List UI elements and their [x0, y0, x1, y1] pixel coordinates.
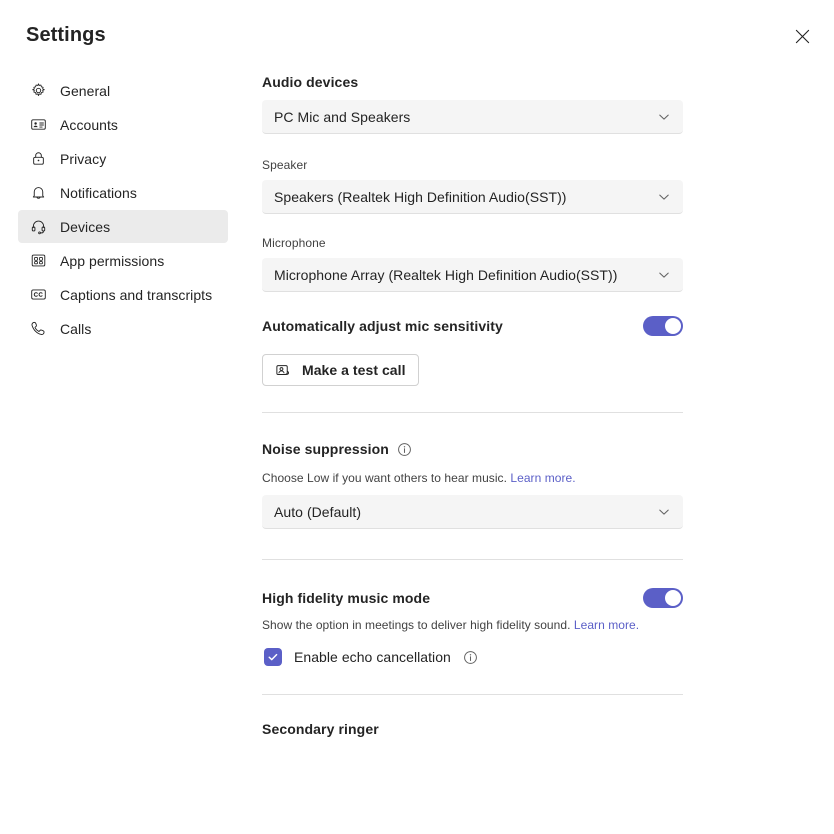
noise-suppression-heading: Noise suppression — [262, 441, 389, 457]
sidebar-item-notifications[interactable]: Notifications — [18, 176, 228, 209]
chevron-down-icon — [657, 190, 671, 204]
make-test-call-button[interactable]: Make a test call — [262, 354, 419, 386]
settings-window: Settings General — [0, 0, 834, 834]
noise-suppression-value: Auto (Default) — [274, 504, 361, 520]
sidebar-item-privacy[interactable]: Privacy — [18, 142, 228, 175]
sidebar-item-label: Notifications — [60, 186, 137, 200]
auto-mic-sensitivity-label: Automatically adjust mic sensitivity — [262, 318, 503, 334]
echo-cancellation-checkbox[interactable] — [264, 648, 282, 666]
chevron-down-icon — [657, 268, 671, 282]
sidebar-item-label: Privacy — [60, 152, 106, 166]
speaker-value: Speakers (Realtek High Definition Audio(… — [274, 189, 567, 205]
bell-icon — [28, 183, 48, 203]
sidebar-item-app-permissions[interactable]: App permissions — [18, 244, 228, 277]
devices-settings-panel: Audio devices PC Mic and Speakers Speake… — [262, 74, 683, 737]
audio-devices-value: PC Mic and Speakers — [274, 109, 410, 125]
sidebar-item-general[interactable]: General — [18, 74, 228, 107]
sidebar-item-label: App permissions — [60, 254, 164, 268]
speaker-select[interactable]: Speakers (Realtek High Definition Audio(… — [262, 180, 683, 214]
sidebar-item-label: Captions and transcripts — [60, 288, 212, 302]
lock-icon — [28, 149, 48, 169]
info-icon[interactable] — [463, 649, 479, 665]
high-fidelity-row: High fidelity music mode — [262, 588, 683, 608]
audio-devices-heading: Audio devices — [262, 74, 683, 90]
toggle-knob — [665, 590, 681, 606]
divider — [262, 412, 683, 413]
microphone-select[interactable]: Microphone Array (Realtek High Definitio… — [262, 258, 683, 292]
sidebar-item-devices[interactable]: Devices — [18, 210, 228, 243]
sidebar-item-captions-and-transcripts[interactable]: Captions and transcripts — [18, 278, 228, 311]
sidebar-item-accounts[interactable]: Accounts — [18, 108, 228, 141]
info-icon[interactable] — [397, 441, 413, 457]
divider — [262, 694, 683, 695]
settings-sidebar: General Accounts Privacy — [18, 74, 228, 345]
page-title: Settings — [26, 24, 106, 47]
contact-card-icon — [28, 115, 48, 135]
close-icon — [795, 29, 810, 44]
sidebar-item-label: General — [60, 84, 110, 98]
closed-caption-icon — [28, 285, 48, 305]
person-call-icon — [275, 362, 292, 379]
noise-suppression-heading-row: Noise suppression — [262, 441, 683, 457]
toggle-knob — [665, 318, 681, 334]
noise-suppression-helper-text: Choose Low if you want others to hear mu… — [262, 471, 507, 485]
test-call-row: Make a test call — [262, 354, 683, 386]
sidebar-item-label: Calls — [60, 322, 91, 336]
noise-suppression-select[interactable]: Auto (Default) — [262, 495, 683, 529]
chevron-down-icon — [657, 110, 671, 124]
gear-icon — [28, 81, 48, 101]
high-fidelity-learn-more-link[interactable]: Learn more. — [574, 618, 639, 632]
auto-mic-sensitivity-row: Automatically adjust mic sensitivity — [262, 316, 683, 336]
high-fidelity-helper-text: Show the option in meetings to deliver h… — [262, 618, 570, 632]
sidebar-item-calls[interactable]: Calls — [18, 312, 228, 345]
chevron-down-icon — [657, 505, 671, 519]
microphone-label: Microphone — [262, 236, 683, 250]
auto-mic-sensitivity-toggle[interactable] — [643, 316, 683, 336]
high-fidelity-helper: Show the option in meetings to deliver h… — [262, 618, 683, 632]
microphone-value: Microphone Array (Realtek High Definitio… — [274, 267, 617, 283]
noise-suppression-helper: Choose Low if you want others to hear mu… — [262, 471, 683, 485]
echo-cancellation-label: Enable echo cancellation — [294, 649, 451, 665]
high-fidelity-toggle[interactable] — [643, 588, 683, 608]
headset-icon — [28, 217, 48, 237]
close-button[interactable] — [784, 18, 820, 54]
sidebar-item-label: Accounts — [60, 118, 118, 132]
apps-grid-icon — [28, 251, 48, 271]
secondary-ringer-heading: Secondary ringer — [262, 721, 683, 737]
high-fidelity-heading: High fidelity music mode — [262, 590, 430, 606]
checkmark-icon — [267, 651, 279, 663]
noise-suppression-learn-more-link[interactable]: Learn more. — [510, 471, 575, 485]
echo-cancellation-row: Enable echo cancellation — [262, 648, 683, 666]
make-test-call-label: Make a test call — [302, 362, 406, 378]
speaker-label: Speaker — [262, 158, 683, 172]
sidebar-item-label: Devices — [60, 220, 110, 234]
divider — [262, 559, 683, 560]
phone-icon — [28, 319, 48, 339]
audio-devices-select[interactable]: PC Mic and Speakers — [262, 100, 683, 134]
